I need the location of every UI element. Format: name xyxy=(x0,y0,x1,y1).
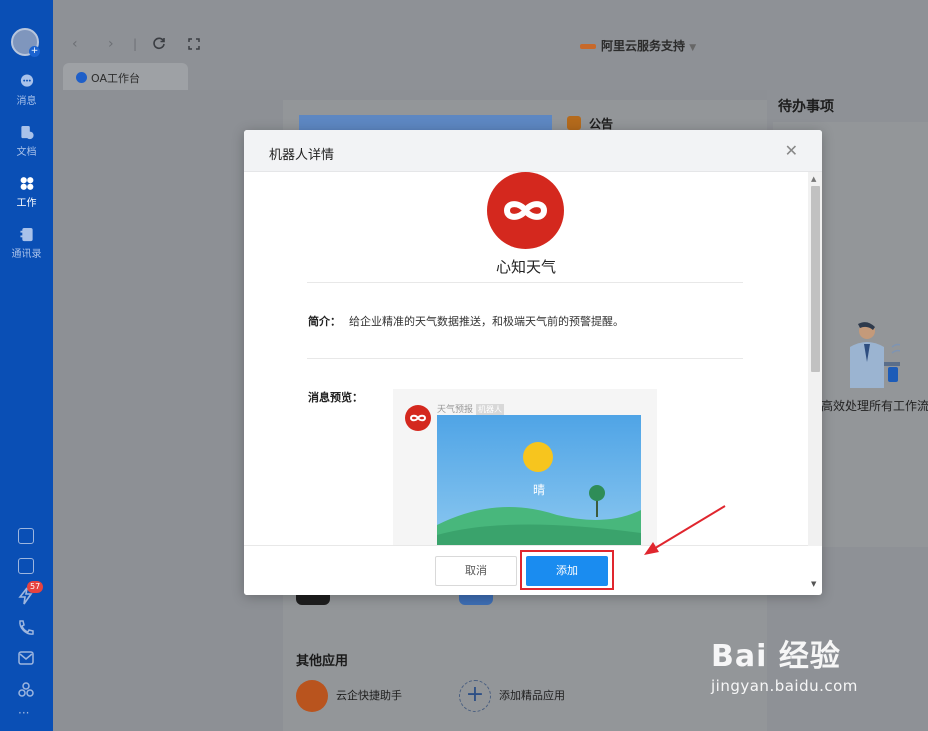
robot-tag: 机器人 xyxy=(476,404,505,415)
sidebar-item-docs[interactable]: 文档 xyxy=(0,125,53,158)
other-apps-title: 其他应用 xyxy=(296,654,349,669)
infinity-icon xyxy=(503,201,548,220)
scroll-up-icon[interactable]: ▲ xyxy=(811,175,816,183)
preview-avatar xyxy=(405,405,431,431)
close-icon[interactable]: ✕ xyxy=(785,141,798,160)
modal-header: 机器人详情 ✕ xyxy=(244,130,822,172)
divider xyxy=(307,358,743,359)
app-label: 添加精品应用 xyxy=(499,689,565,702)
cloud-apps-icon[interactable] xyxy=(17,681,35,699)
divider xyxy=(307,282,743,283)
todo-description: 高效处理所有工作流 xyxy=(821,399,928,413)
sunny-weather-illustration xyxy=(437,415,641,545)
banner-image xyxy=(299,115,552,130)
notification-badge: 57 xyxy=(27,581,44,593)
preview-sender: 天气预报 机器人 xyxy=(437,402,505,415)
preview-label: 消息预览： xyxy=(308,391,363,404)
org-name: 阿里云服务支持 xyxy=(601,39,686,53)
sidebar-item-messages[interactable]: 消息 xyxy=(0,74,53,107)
sidebar-item-label: 消息 xyxy=(16,96,37,107)
modal-scrollbar[interactable]: ▲ ▼ xyxy=(808,172,822,588)
tab-label: OA工作台 xyxy=(91,72,140,85)
intro-section: 简介： 给企业精准的天气数据推送，和极端天气前的预警提醒。 xyxy=(308,313,624,329)
infinity-icon xyxy=(409,414,427,422)
more-icon[interactable]: ··· xyxy=(18,706,29,720)
baidu-watermark: Bai 经验 jingyan.baidu.com xyxy=(711,631,858,695)
refresh-icon[interactable] xyxy=(152,37,166,51)
scroll-down-icon[interactable]: ▼ xyxy=(811,580,816,588)
cancel-button[interactable]: 取消 xyxy=(435,556,517,586)
megaphone-icon xyxy=(567,116,581,130)
intro-label: 简介： xyxy=(308,315,341,328)
robot-assistant-icon xyxy=(296,680,328,712)
chevron-down-icon: ▼ xyxy=(689,43,697,53)
weather-preview-image: 晴 xyxy=(437,415,641,545)
user-avatar[interactable]: + xyxy=(11,28,40,57)
sidebar-item-contacts[interactable]: 通讯录 xyxy=(0,227,53,260)
notice-label: 公告 xyxy=(589,117,614,131)
sidebar-item-work[interactable]: 工作 xyxy=(0,176,53,209)
scroll-thumb[interactable] xyxy=(811,186,820,372)
weather-text: 晴 xyxy=(532,483,545,497)
watermark-brand: Bai 经验 xyxy=(711,639,841,674)
bot-logo xyxy=(487,172,564,249)
org-switcher[interactable]: 阿里云服务支持 ▼ xyxy=(580,37,696,54)
aliyun-logo-icon xyxy=(580,44,596,49)
forward-icon[interactable]: › xyxy=(108,36,114,52)
office-person-illustration xyxy=(850,322,900,388)
sidebar-item-label: 通讯录 xyxy=(11,249,42,260)
app-yunqi-assistant[interactable]: 云企快捷助手 xyxy=(296,680,402,712)
app-add-premium[interactable]: + 添加精品应用 xyxy=(459,680,565,712)
red-arrow-annotation xyxy=(644,505,726,555)
contacts-book-icon xyxy=(19,227,33,242)
mail-icon[interactable] xyxy=(17,650,35,666)
workbench-icon xyxy=(76,72,87,83)
preview-sender-name: 天气预报 xyxy=(437,405,474,415)
phone-icon[interactable] xyxy=(17,619,35,637)
separator-icon: | xyxy=(133,37,138,51)
app-label: 云企快捷助手 xyxy=(336,689,402,702)
chat-bubble-icon xyxy=(20,74,33,87)
add-plus-icon: + xyxy=(459,680,491,712)
bot-name: 心知天气 xyxy=(495,258,556,276)
watermark-url: jingyan.baidu.com xyxy=(711,677,858,695)
fullscreen-icon[interactable] xyxy=(188,38,200,50)
sidebar-item-label: 文档 xyxy=(16,147,37,158)
calendar-icon[interactable] xyxy=(18,528,34,544)
message-preview-card: 天气预报 机器人 晴 xyxy=(393,389,657,545)
highlight-box xyxy=(520,550,614,590)
sidebar-item-label: 工作 xyxy=(16,198,37,209)
back-icon[interactable]: ‹ xyxy=(72,36,78,52)
tab-oa-workbench[interactable]: OA工作台 xyxy=(63,63,188,91)
intro-text: 给企业精准的天气数据推送，和极端天气前的预警提醒。 xyxy=(349,315,624,328)
todo-title: 待办事项 xyxy=(778,99,834,115)
document-icon xyxy=(20,125,34,140)
add-icon: + xyxy=(29,46,40,57)
modal-title: 机器人详情 xyxy=(269,148,335,163)
grid-apps-icon xyxy=(20,177,33,190)
todo-check-icon[interactable] xyxy=(18,558,34,574)
left-sidebar: + 消息 文档 工作 通讯录 57 ··· xyxy=(0,0,53,731)
